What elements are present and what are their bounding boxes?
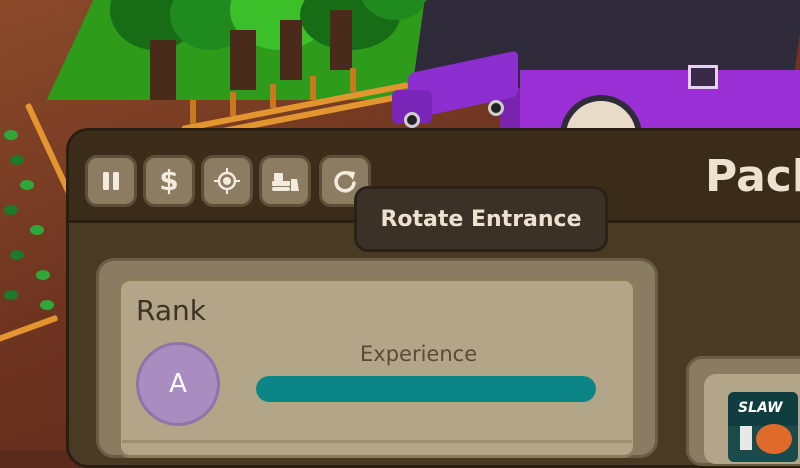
crop-plant <box>4 130 18 140</box>
crop-plant <box>10 250 24 260</box>
crop-plant <box>4 205 18 215</box>
truck-wheel <box>488 100 504 116</box>
target-icon <box>213 167 241 195</box>
tree-trunk <box>280 20 302 80</box>
fence-post <box>350 68 356 92</box>
fence-post <box>310 76 316 100</box>
item-name: SLAW <box>738 400 783 416</box>
panel-title: Pack <box>705 151 800 202</box>
building-window <box>688 65 718 89</box>
experience-bar <box>256 376 596 402</box>
tree-trunk <box>230 30 256 90</box>
card-divider <box>122 440 632 443</box>
experience-bar-fill <box>256 376 596 402</box>
crop-plant <box>10 155 24 165</box>
bulldozer-icon <box>270 169 300 193</box>
item-image-stripe <box>740 426 752 450</box>
finances-button[interactable]: $ <box>143 155 195 207</box>
tree-trunk <box>150 40 176 100</box>
crop-plant <box>36 270 50 280</box>
crop-plant <box>4 290 18 300</box>
rank-badge: A <box>136 342 220 426</box>
crop-plant <box>40 300 54 310</box>
rotate-icon <box>332 168 358 194</box>
experience-label: Experience <box>360 342 478 366</box>
pause-button[interactable] <box>85 155 137 207</box>
fence-post <box>230 92 236 116</box>
truck-wheel <box>404 112 420 128</box>
bulldozer-button[interactable] <box>259 155 311 207</box>
locate-button[interactable] <box>201 155 253 207</box>
pause-icon <box>100 170 122 192</box>
crop-plant <box>30 225 44 235</box>
rank-value: A <box>169 369 187 399</box>
fence-post <box>270 84 276 108</box>
crop-plant <box>20 180 34 190</box>
fence-post <box>190 100 196 124</box>
dollar-icon: $ <box>159 164 179 197</box>
rotate-entrance-tooltip: Rotate Entrance <box>354 186 608 252</box>
rank-label: Rank <box>136 294 206 327</box>
tree-trunk <box>330 10 352 70</box>
